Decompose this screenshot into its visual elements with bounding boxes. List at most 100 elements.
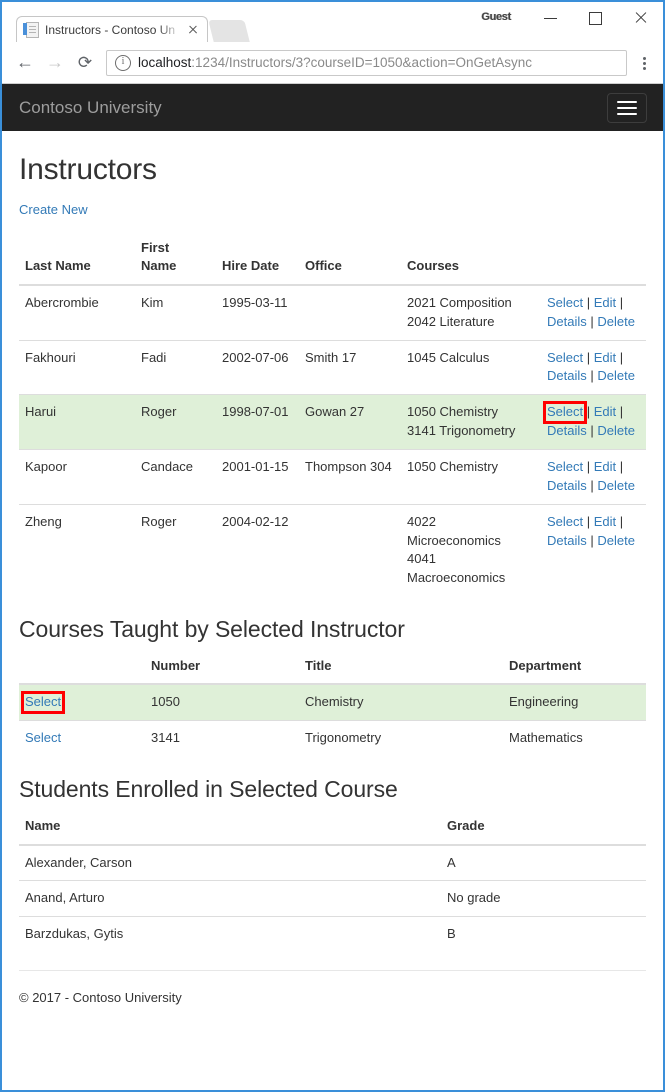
instructor-courses: 2021 Composition2042 Literature	[401, 285, 541, 340]
hamburger-menu-icon[interactable]	[607, 93, 647, 123]
action-separator: |	[616, 350, 623, 365]
action-separator: |	[616, 404, 623, 419]
close-tab-icon[interactable]	[185, 22, 201, 38]
instructor-office	[299, 504, 401, 596]
column-header-first-name: First Name	[135, 233, 216, 285]
column-header-courses: Courses	[401, 233, 541, 285]
minimize-button[interactable]	[528, 2, 573, 34]
course-number: 3141	[145, 721, 299, 756]
delete-link[interactable]: Delete	[597, 478, 635, 493]
table-row: KapoorCandace2001-01-15Thompson 3041050 …	[19, 449, 646, 504]
new-tab-button[interactable]	[208, 20, 249, 42]
url-host: localhost	[138, 55, 191, 70]
profile-guest-label[interactable]: Guest	[481, 11, 511, 23]
column-header-last-name: Last Name	[19, 233, 135, 285]
browser-tab[interactable]: Instructors - Contoso Un	[16, 16, 208, 42]
reload-icon[interactable]: ⟳	[70, 48, 100, 78]
edit-link[interactable]: Edit	[594, 350, 616, 365]
student-name: Alexander, Carson	[19, 845, 441, 881]
delete-link[interactable]: Delete	[597, 314, 635, 329]
instructor-office: Smith 17	[299, 340, 401, 395]
row-actions: Select | Edit | Details | Delete	[541, 504, 646, 596]
instructor-first-name: Candace	[135, 449, 216, 504]
course-title: Chemistry	[299, 684, 503, 720]
action-separator: |	[616, 295, 623, 310]
action-separator: |	[587, 533, 598, 548]
table-row: FakhouriFadi2002-07-06Smith 171045 Calcu…	[19, 340, 646, 395]
delete-link[interactable]: Delete	[597, 368, 635, 383]
window-controls	[528, 2, 663, 34]
instructor-office: Gowan 27	[299, 395, 401, 450]
column-header-course-department: Department	[503, 651, 646, 684]
browser-menu-icon[interactable]	[635, 50, 653, 76]
student-name: Anand, Arturo	[19, 881, 441, 917]
copyright-text: © 2017 - Contoso University	[19, 990, 182, 1005]
course-entry: 2042 Literature	[407, 313, 533, 332]
column-header-student-grade: Grade	[441, 811, 646, 844]
student-name: Barzdukas, Gytis	[19, 917, 441, 952]
row-actions: Select | Edit | Details | Delete	[541, 449, 646, 504]
site-brand[interactable]: Contoso University	[19, 98, 162, 118]
url-text: localhost:1234/Instructors/3?courseID=10…	[138, 55, 532, 70]
select-link[interactable]: Select	[547, 514, 583, 529]
course-number: 1050	[145, 684, 299, 720]
instructor-last-name: Abercrombie	[19, 285, 135, 340]
close-window-button[interactable]	[618, 2, 663, 34]
browser-window: Instructors - Contoso Un Guest ← → ⟳ loc…	[0, 0, 665, 1092]
instructor-hire-date: 1995-03-11	[216, 285, 299, 340]
student-grade: B	[441, 917, 646, 952]
url-path: :1234/Instructors/3?courseID=1050&action…	[191, 55, 532, 70]
table-row: Select1050ChemistryEngineering	[19, 684, 646, 720]
action-separator: |	[616, 459, 623, 474]
page-viewport: Contoso University Instructors Create Ne…	[2, 84, 663, 1090]
maximize-button[interactable]	[573, 2, 618, 34]
row-actions: Select | Edit | Details | Delete	[541, 340, 646, 395]
edit-link[interactable]: Edit	[594, 295, 616, 310]
table-row: HaruiRoger1998-07-01Gowan 271050 Chemist…	[19, 395, 646, 450]
details-link[interactable]: Details	[547, 314, 587, 329]
delete-link[interactable]: Delete	[597, 423, 635, 438]
action-separator: |	[583, 295, 594, 310]
course-entry: 1050 Chemistry	[407, 403, 533, 422]
instructors-table: Last Name First Name Hire Date Office Co…	[19, 233, 646, 596]
select-link[interactable]: Select	[547, 350, 583, 365]
select-link[interactable]: Select	[25, 730, 61, 745]
instructor-courses: 1050 Chemistry	[401, 449, 541, 504]
page-title: Instructors	[19, 153, 646, 187]
address-bar[interactable]: localhost:1234/Instructors/3?courseID=10…	[106, 50, 627, 76]
site-info-icon[interactable]	[115, 55, 131, 71]
details-link[interactable]: Details	[547, 533, 587, 548]
back-icon[interactable]: ←	[10, 48, 40, 78]
column-header-course-number: Number	[145, 651, 299, 684]
action-separator: |	[587, 478, 598, 493]
course-title: Trigonometry	[299, 721, 503, 756]
instructor-first-name: Roger	[135, 395, 216, 450]
students-table: Name Grade Alexander, CarsonAAnand, Artu…	[19, 811, 646, 952]
table-row: Select 3141TrigonometryMathematics	[19, 721, 646, 756]
select-link[interactable]: Select	[547, 295, 583, 310]
edit-link[interactable]: Edit	[594, 514, 616, 529]
instructor-courses: 1050 Chemistry3141 Trigonometry	[401, 395, 541, 450]
details-link[interactable]: Details	[547, 478, 587, 493]
students-section-title: Students Enrolled in Selected Course	[19, 776, 646, 803]
action-separator: |	[583, 514, 594, 529]
action-separator: |	[587, 423, 598, 438]
create-new-link[interactable]: Create New	[19, 202, 88, 217]
details-link[interactable]: Details	[547, 423, 587, 438]
delete-link[interactable]: Delete	[597, 533, 635, 548]
edit-link[interactable]: Edit	[594, 404, 616, 419]
row-actions: Select | Edit | Details | Delete	[541, 285, 646, 340]
edit-link[interactable]: Edit	[594, 459, 616, 474]
instructor-hire-date: 2004-02-12	[216, 504, 299, 596]
table-row: Alexander, CarsonA	[19, 845, 646, 881]
site-footer: © 2017 - Contoso University	[19, 970, 646, 1005]
select-link[interactable]: Select	[547, 404, 583, 419]
course-department: Mathematics	[503, 721, 646, 756]
select-link[interactable]: Select	[547, 459, 583, 474]
instructor-last-name: Zheng	[19, 504, 135, 596]
instructor-first-name: Fadi	[135, 340, 216, 395]
forward-icon: →	[40, 48, 70, 78]
select-link[interactable]: Select	[25, 694, 61, 709]
action-separator: |	[587, 368, 598, 383]
details-link[interactable]: Details	[547, 368, 587, 383]
